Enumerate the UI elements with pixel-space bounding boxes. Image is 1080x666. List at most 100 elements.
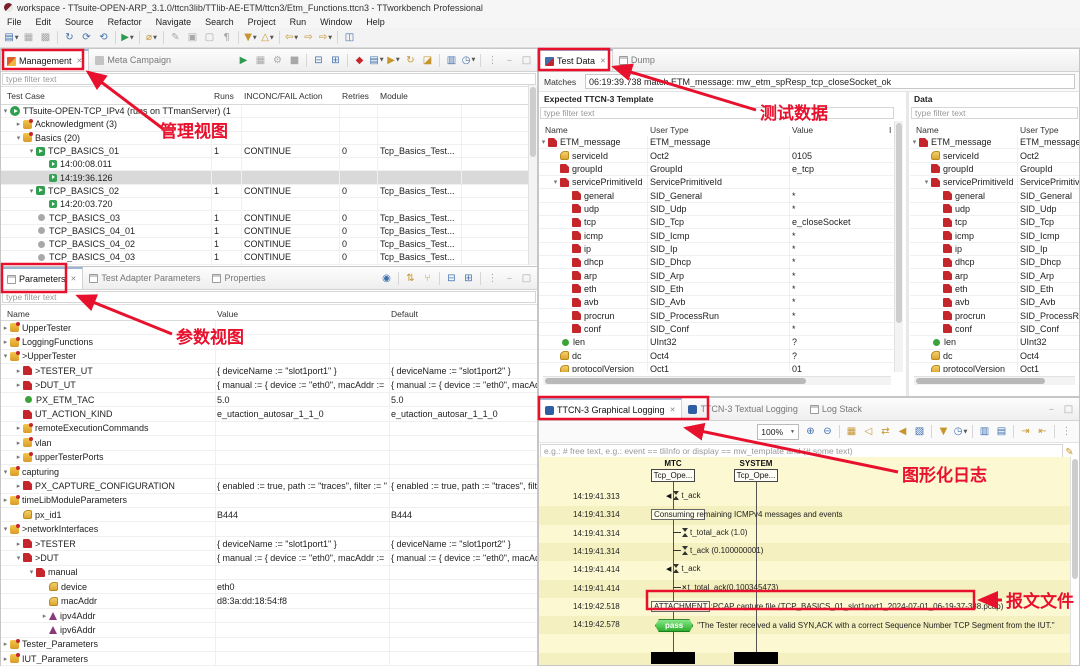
logging-vertical-scrollbar[interactable] xyxy=(1070,457,1079,665)
column-header-name[interactable]: Name xyxy=(7,309,30,319)
logging-filter-input[interactable] xyxy=(540,444,1063,458)
table-view-icon[interactable]: ▦ xyxy=(844,424,859,440)
tab-log-stack[interactable]: Log Stack xyxy=(804,398,868,420)
column-header-name[interactable]: Name xyxy=(916,125,939,135)
column-header-user-type[interactable]: User Type xyxy=(650,125,689,135)
chevron-collapsed-icon[interactable]: ▸ xyxy=(1,640,10,648)
table-row[interactable]: ▾Basics (20) xyxy=(1,132,537,145)
chevron-collapsed-icon[interactable]: ▸ xyxy=(14,453,23,461)
table-row[interactable]: generalSID_General xyxy=(910,189,1079,202)
format-icon[interactable]: ✎ xyxy=(168,30,183,46)
table-row[interactable]: lenUInt32? xyxy=(539,336,895,349)
table-row[interactable]: groupIdGroupIde_tcp xyxy=(539,163,895,176)
tab-test-adapter-parameters[interactable]: Test Adapter Parameters xyxy=(83,267,206,289)
minimize-icon[interactable]: – xyxy=(502,52,517,68)
lifeline-component-box[interactable]: Tcp_Ope... xyxy=(651,469,695,482)
chevron-collapsed-icon[interactable]: ▸ xyxy=(14,424,23,432)
table-row[interactable]: ▸LoggingFunctions xyxy=(1,335,537,349)
maximize-icon[interactable]: □ xyxy=(519,52,534,68)
event-attachment[interactable]: ATTACHMENT:PCAP capture file (TCP_BASICS… xyxy=(651,601,1003,612)
tab-ttcn-3-textual-logging[interactable]: TTCN-3 Textual Logging xyxy=(682,398,803,420)
chevron-collapsed-icon[interactable]: ▸ xyxy=(1,338,10,346)
table-row[interactable]: ▸upperTesterPorts xyxy=(1,451,537,465)
column-header-value[interactable]: Value xyxy=(217,309,238,319)
table-row[interactable]: ▸vlan xyxy=(1,436,537,450)
table-row[interactable]: PX_ETM_TAC5.05.0 xyxy=(1,393,537,407)
column-header-user-type[interactable]: User Type xyxy=(1020,125,1059,135)
jump-previous-icon[interactable]: ◁ xyxy=(861,424,876,440)
chevron-expanded-icon[interactable]: ▾ xyxy=(27,568,36,576)
data-filter-input[interactable] xyxy=(911,107,1078,119)
chevron-expanded-icon[interactable]: ▾ xyxy=(1,352,10,360)
chevron-expanded-icon[interactable]: ▾ xyxy=(1,525,10,533)
chevron-collapsed-icon[interactable]: ▸ xyxy=(14,482,23,490)
schedule-icon[interactable]: ◷▼ xyxy=(461,52,476,68)
tab-test-data[interactable]: Test Data✕ xyxy=(539,49,613,71)
parameters-filter-input[interactable] xyxy=(2,291,536,303)
table-row[interactable]: ▾>DUT{ manual := { device := "eth0", mac… xyxy=(1,551,537,565)
tab-management[interactable]: Management✕ xyxy=(1,49,89,71)
forward-last-icon[interactable]: ⇨ xyxy=(301,30,316,46)
table-row[interactable]: 14:00:08.011 xyxy=(1,158,537,171)
chevron-expanded-icon[interactable]: ▾ xyxy=(14,554,23,562)
table-row[interactable]: avbSID_Avb* xyxy=(539,296,895,309)
chevron-collapsed-icon[interactable]: ▸ xyxy=(40,612,49,620)
menu-navigate[interactable]: Navigate xyxy=(149,17,199,27)
stop-icon[interactable]: ■ xyxy=(287,52,302,68)
collapse-all-icon[interactable]: ⊟ xyxy=(311,52,326,68)
table-row[interactable]: macAddrd8:3a:dd:18:54:f8 xyxy=(1,594,537,608)
table-row[interactable]: ▸ipv4Addr xyxy=(1,609,537,623)
table-row[interactable]: procrunSID_ProcessRun* xyxy=(539,309,895,322)
event-verdict-pass[interactable]: pass"The Tester received a valid SYN,ACK… xyxy=(655,619,1055,632)
table-row[interactable]: udpSID_Udp xyxy=(910,203,1079,216)
table-row[interactable]: ▸Acknowledgment (3) xyxy=(1,118,537,131)
table-row[interactable]: ▸UpperTester xyxy=(1,321,537,335)
assign-testers-icon[interactable]: ◆ xyxy=(352,52,367,68)
table-row[interactable]: confSID_Conf xyxy=(910,323,1079,336)
table-row[interactable]: ▾servicePrimitiveIdServicePrimitiveId xyxy=(910,176,1079,189)
save-icon[interactable]: ▦ xyxy=(21,30,36,46)
menu-source[interactable]: Source xyxy=(58,17,101,27)
table-row[interactable]: 14:19:36.126 xyxy=(1,171,537,184)
chevron-collapsed-icon[interactable]: ▸ xyxy=(14,381,23,389)
columns-icon[interactable]: ▦ xyxy=(253,52,268,68)
forward-icon[interactable]: ⇨▼ xyxy=(318,30,333,46)
table-row[interactable]: TCP_BASICS_04_031CONTINUE0Tcp_Basics_Tes… xyxy=(1,251,537,264)
table-row[interactable]: dhcpSID_Dhcp* xyxy=(539,256,895,269)
collapse-all-icon[interactable]: ⊟ xyxy=(444,270,459,286)
chevron-expanded-icon[interactable]: ▾ xyxy=(27,187,36,195)
zoom-in-icon[interactable]: ⊕ xyxy=(803,424,818,440)
table-row[interactable]: ▸>DUT_UT{ manual := { device := "eth0", … xyxy=(1,379,537,393)
table-row[interactable]: ipSID_Ip xyxy=(910,243,1079,256)
table-row[interactable]: ▾TTsuite-OPEN-TCP_IPv4 (runs on TTmanSer… xyxy=(1,105,537,118)
maximize-icon[interactable]: □ xyxy=(519,270,534,286)
expected-vertical-scrollbar[interactable] xyxy=(894,121,903,372)
management-vertical-scrollbar[interactable] xyxy=(528,85,537,265)
table-row[interactable]: confSID_Conf* xyxy=(539,323,895,336)
chevron-collapsed-icon[interactable]: ▸ xyxy=(14,439,23,447)
column-header-runs[interactable]: Runs xyxy=(214,91,234,101)
table-row[interactable]: ▾servicePrimitiveIdServicePrimitiveId xyxy=(539,176,895,189)
submit-run-icon[interactable]: ▶ xyxy=(236,52,251,68)
table-row[interactable]: ethSID_Eth xyxy=(910,283,1079,296)
table-row[interactable]: protocolVersionOct101 xyxy=(539,363,895,372)
chevron-expanded-icon[interactable]: ▾ xyxy=(1,468,10,476)
save-all-icon[interactable]: ▩ xyxy=(38,30,53,46)
open-perspective-icon[interactable]: ◫ xyxy=(342,30,357,46)
menu-run[interactable]: Run xyxy=(283,17,314,27)
menu-window[interactable]: Window xyxy=(313,17,359,27)
chevron-collapsed-icon[interactable]: ▸ xyxy=(14,540,23,548)
refresh-icon[interactable]: ↻ xyxy=(62,30,77,46)
table-row[interactable]: ▾TCP_BASICS_011CONTINUE0Tcp_Basics_Test.… xyxy=(1,145,537,158)
table-row[interactable]: tcpSID_Tcp xyxy=(910,216,1079,229)
checklist-icon[interactable]: ▤▼ xyxy=(369,52,384,68)
table-row[interactable]: serviceIdOct20105 xyxy=(539,149,895,162)
statistics-icon[interactable]: ▧ xyxy=(912,424,927,440)
tab-properties[interactable]: Properties xyxy=(206,267,271,289)
chevron-expanded-icon[interactable]: ▾ xyxy=(539,138,548,146)
column-header-default[interactable]: Default xyxy=(391,309,418,319)
run-icon[interactable]: ▶▼ xyxy=(120,30,135,46)
table-row[interactable]: dcOct4? xyxy=(539,350,895,363)
annotations-icon[interactable]: △▼ xyxy=(260,30,275,46)
back-icon[interactable]: ⇦▼ xyxy=(284,30,299,46)
